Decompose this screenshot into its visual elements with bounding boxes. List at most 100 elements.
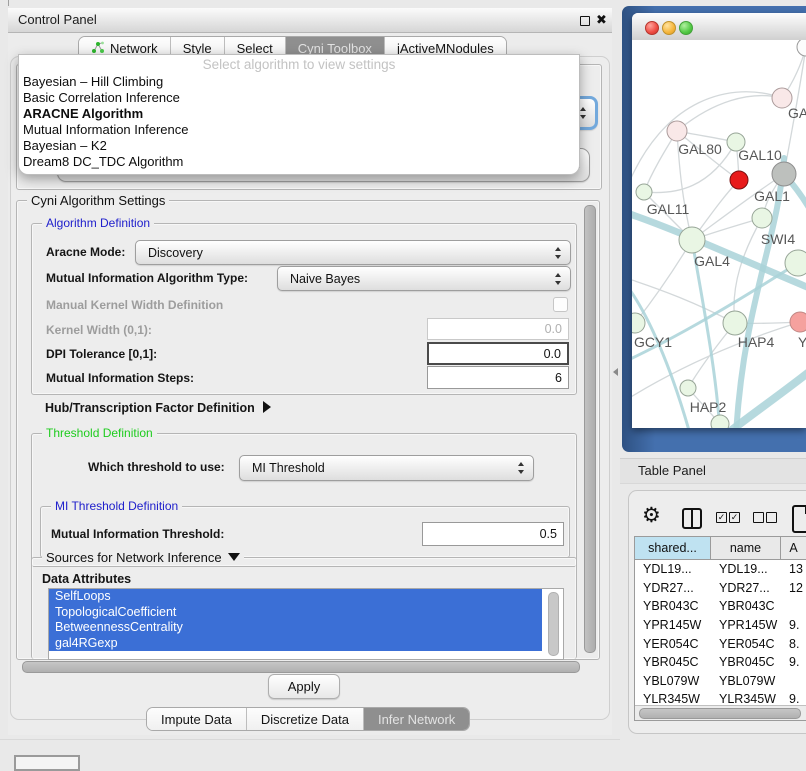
attribute-item-betweennesscentrality[interactable]: BetweennessCentrality	[49, 620, 542, 636]
column-header-shared[interactable]: shared...	[635, 537, 711, 559]
table-cell: YDL19...	[635, 560, 711, 579]
select-all-icon[interactable]: ✓	[716, 512, 727, 523]
node-label-gal10: GAL10	[738, 147, 782, 163]
table-cell: 13	[781, 560, 806, 579]
network-node[interactable]	[797, 40, 806, 56]
node-label-gal11: GAL11	[647, 201, 690, 217]
gear-icon[interactable]: ⚙	[642, 503, 661, 527]
bottom-tabstrip: Impute Data Discretize Data Infer Network	[146, 707, 470, 731]
algorithm-option-mutual-information-inference[interactable]: Mutual Information Inference	[23, 122, 575, 138]
which-threshold-combo[interactable]: MI Threshold	[239, 455, 534, 481]
list-scrollbar[interactable]	[548, 592, 559, 656]
threshold-definition-group: Threshold Definition Which threshold to …	[31, 433, 577, 567]
expand-arrow-icon	[263, 401, 271, 413]
apply-button[interactable]: Apply	[268, 674, 340, 699]
sources-toggle[interactable]: Sources for Network Inference	[42, 550, 244, 565]
tab-impute-data[interactable]: Impute Data	[147, 708, 247, 730]
table-cell	[781, 597, 806, 616]
mi-threshold-label: Mutual Information Threshold:	[51, 527, 224, 541]
tab-discretize-data[interactable]: Discretize Data	[247, 708, 364, 730]
table-cell: 8.	[781, 634, 806, 653]
kernel-width-label: Kernel Width (0,1):	[46, 323, 152, 337]
network-node[interactable]	[723, 311, 747, 335]
table-cell: YBL079W	[635, 672, 711, 691]
manual-kernel-checkbox[interactable]	[553, 297, 568, 312]
table-cell: 9.	[781, 616, 806, 635]
algorithm-option-bayesian-k2[interactable]: Bayesian – K2	[23, 138, 575, 154]
minimize-light-icon[interactable]	[662, 21, 676, 35]
network-node[interactable]	[636, 184, 652, 200]
table-cell: YDR27...	[635, 579, 711, 598]
collapsed-panel-button[interactable]	[14, 755, 80, 771]
tab-label: Discretize Data	[261, 712, 349, 727]
network-window-titlebar[interactable]	[632, 13, 806, 41]
mi-type-combo[interactable]: Naive Bayes	[277, 266, 571, 291]
network-node[interactable]	[790, 312, 806, 332]
table-panel-title: Table Panel	[638, 459, 706, 483]
column-header-name[interactable]: name	[711, 537, 781, 559]
tab-infer-network[interactable]: Infer Network	[364, 708, 469, 730]
attribute-item-gal4rgexp[interactable]: gal4RGexp	[49, 636, 542, 652]
algorithm-option-bayesian-hill-climbing[interactable]: Bayesian – Hill Climbing	[23, 74, 575, 90]
algorithm-option-aracne-algorithm[interactable]: ARACNE Algorithm	[23, 106, 575, 122]
deselect-all-icon[interactable]	[753, 512, 764, 523]
zoom-light-icon[interactable]	[679, 21, 693, 35]
mi-type-value: Naive Bayes	[290, 267, 360, 290]
table-row[interactable]: YDL19...YDL19...13	[635, 560, 806, 579]
attribute-item-selfloops[interactable]: SelfLoops	[49, 589, 542, 605]
aracne-mode-combo[interactable]: Discovery	[135, 240, 571, 265]
algorithm-definition-group: Algorithm Definition Aracne Mode: Discov…	[31, 223, 577, 395]
stepper-icon	[518, 462, 525, 474]
vertical-scrollbar[interactable]	[584, 205, 596, 653]
float-window-icon[interactable]	[580, 16, 590, 26]
network-node[interactable]	[667, 121, 687, 141]
table-row[interactable]: YPR145WYPR145W9.	[635, 616, 806, 635]
cyni-settings-group: Cyni Algorithm Settings Algorithm Defini…	[16, 200, 600, 660]
split-columns-icon[interactable]	[682, 508, 702, 529]
algorithm-option-dream8-dc-tdc-algorithm[interactable]: Dream8 DC_TDC Algorithm	[23, 154, 575, 170]
column-header-a[interactable]: A	[781, 537, 806, 559]
table-horizontal-scrollbar[interactable]	[635, 705, 806, 720]
network-node[interactable]	[711, 415, 729, 428]
network-node[interactable]	[785, 250, 806, 276]
table-row[interactable]: YBR045CYBR045C9.	[635, 653, 806, 672]
network-node[interactable]	[752, 208, 772, 228]
network-edge-highlighted[interactable]	[632, 212, 806, 290]
splitter-collapse-icon[interactable]	[613, 368, 618, 376]
deselect-all-icon[interactable]	[766, 512, 777, 523]
data-attributes-list[interactable]: SelfLoopsTopologicalCoefficientBetweenne…	[48, 588, 564, 660]
network-node[interactable]	[680, 380, 696, 396]
table-row[interactable]: YBR043CYBR043C	[635, 597, 806, 616]
network-edge[interactable]	[677, 96, 782, 131]
hub-definition-toggle[interactable]: Hub/Transcription Factor Definition	[45, 401, 271, 415]
select-all-icon[interactable]: ✓	[729, 512, 740, 523]
algorithm-dropdown: Select algorithm to view settings Bayesi…	[18, 54, 580, 175]
algorithm-option-basic-correlation-inference[interactable]: Basic Correlation Inference	[23, 90, 575, 106]
table-cell: YPR145W	[635, 616, 711, 635]
data-attributes-label: Data Attributes	[42, 572, 131, 586]
mi-threshold-field[interactable]: 0.5	[422, 522, 564, 546]
algorithm-dropdown-items: Bayesian – Hill ClimbingBasic Correlatio…	[23, 74, 575, 169]
network-node[interactable]	[632, 313, 645, 333]
network-node[interactable]	[772, 162, 796, 186]
table-doc-icon[interactable]	[792, 505, 806, 533]
table-row[interactable]: YER054CYER054C8.	[635, 634, 806, 653]
attribute-item-topologicalcoefficient[interactable]: TopologicalCoefficient	[49, 605, 542, 621]
kernel-width-field[interactable]: 0.0	[427, 318, 569, 340]
table-row[interactable]: YBL079WYBL079W	[635, 672, 806, 691]
table-row[interactable]: YDR27...YDR27...12	[635, 579, 806, 598]
mi-threshold-group-title: MI Threshold Definition	[51, 499, 182, 513]
network-node[interactable]	[679, 227, 705, 253]
node-label-y: Y	[798, 334, 806, 350]
algorithm-dropdown-prompt: Select algorithm to view settings	[19, 57, 579, 72]
close-light-icon[interactable]	[645, 21, 659, 35]
dpi-tolerance-field[interactable]: 0.0	[427, 342, 569, 365]
network-edge[interactable]	[734, 218, 762, 323]
aracne-mode-value: Discovery	[148, 241, 203, 264]
dpi-tolerance-label: DPI Tolerance [0,1]:	[46, 347, 157, 361]
network-canvas[interactable]: GALGAL80GAL10GAL1GAL11SWI4GAL4GCY1HAP4YH…	[632, 40, 806, 428]
network-node[interactable]	[730, 171, 748, 189]
close-icon[interactable]: ✖	[596, 12, 607, 28]
mi-steps-field[interactable]: 6	[427, 366, 569, 389]
horizontal-scrollbar[interactable]	[22, 661, 580, 673]
